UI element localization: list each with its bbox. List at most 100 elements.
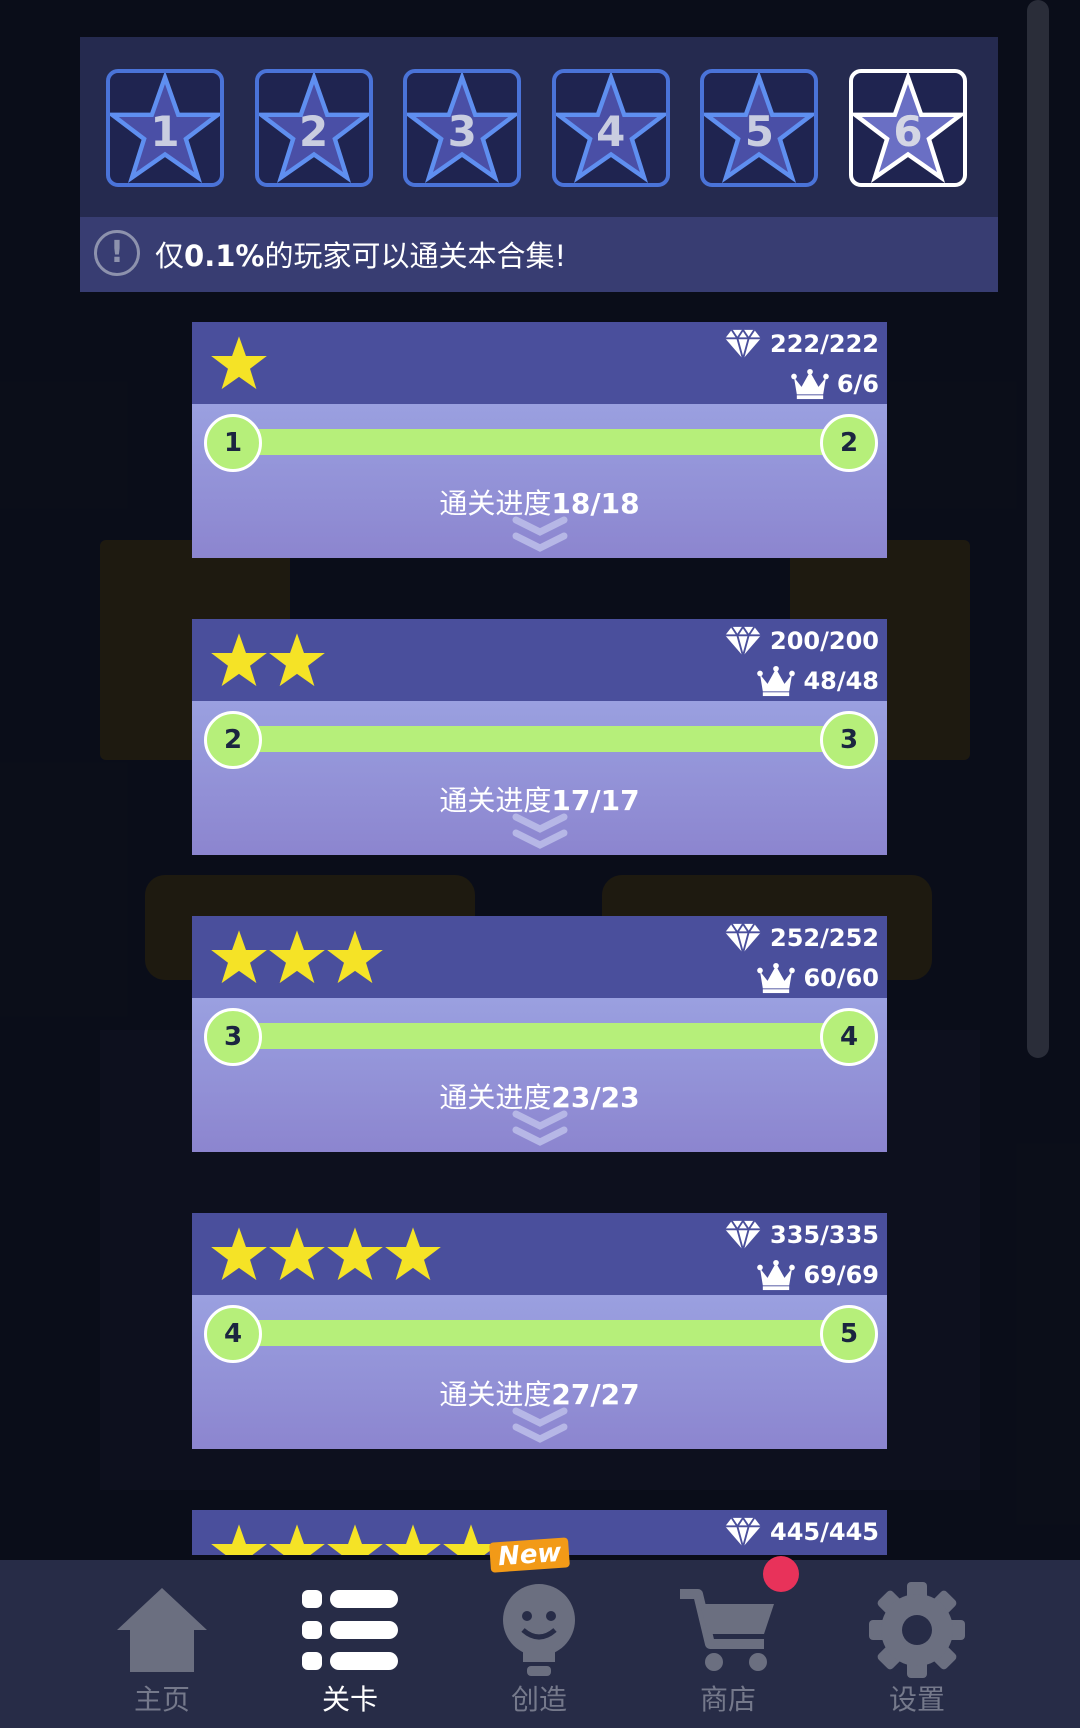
nav-create-label: 创造: [510, 1683, 567, 1716]
level-button-4[interactable]: 4: [551, 69, 670, 187]
progress-bar: [230, 429, 850, 455]
star-icon: [327, 1227, 383, 1281]
star-icon: [269, 1524, 325, 1555]
level-card[interactable]: 200/200 48/48 2 3 通关进度17/17: [192, 619, 887, 855]
chevron-down-icon[interactable]: [510, 516, 570, 556]
star-rating: [210, 334, 268, 392]
notification-dot: [763, 1556, 799, 1592]
card-body: 3 4 通关进度23/23: [192, 998, 887, 1152]
nav-settings-label: 设置: [888, 1683, 945, 1716]
star-rating: [210, 1225, 442, 1283]
scrollbar[interactable]: [1027, 0, 1049, 1058]
progress-track: 34: [204, 1008, 878, 1066]
star-icon: [269, 1227, 325, 1281]
diamond-icon: [725, 1516, 761, 1548]
star-icon: [211, 930, 267, 984]
nav-levels[interactable]: 关卡: [270, 1560, 430, 1728]
start-node: 1: [204, 414, 262, 472]
new-badge: New: [489, 1537, 571, 1573]
nav-settings[interactable]: 设置: [837, 1560, 997, 1728]
level-button-2[interactable]: 2: [254, 69, 373, 187]
star-icon: [327, 930, 383, 984]
crown-icon: [757, 962, 796, 994]
gem-count: 252/252: [724, 922, 879, 954]
level-button-3[interactable]: 3: [403, 69, 522, 187]
level-number: 2: [298, 106, 329, 156]
card-header: 252/252 60/60: [192, 916, 887, 998]
star-icon: [211, 633, 267, 687]
level-number: 6: [893, 106, 923, 156]
star-icon: [327, 1524, 383, 1555]
chevron-down-icon[interactable]: [510, 1407, 570, 1447]
lightbulb-icon: [503, 1584, 575, 1676]
progress-bar: [230, 1023, 850, 1049]
star-icon: [211, 1227, 267, 1281]
end-node: 4: [820, 1008, 878, 1066]
star-rating: [210, 1522, 500, 1555]
star-icon: [211, 336, 267, 390]
nav-shop-label: 商店: [699, 1683, 756, 1716]
diamond-icon: [725, 625, 761, 657]
star-icon: [385, 1227, 441, 1281]
cart-icon: [680, 1589, 774, 1671]
gem-count: 222/222: [724, 328, 879, 360]
star-rating: [210, 631, 326, 689]
card-header: 222/222 6/6: [192, 322, 887, 404]
gem-count: 200/200: [724, 625, 879, 657]
diamond-icon: [725, 328, 761, 360]
list-icon: [302, 1590, 398, 1670]
star-icon: [385, 1524, 441, 1555]
level-button-6[interactable]: 6: [849, 69, 967, 187]
card-header: 200/200 48/48: [192, 619, 887, 701]
level-number: 1: [150, 106, 180, 156]
card-body: 4 5 通关进度27/27: [192, 1295, 887, 1449]
diamond-icon: [725, 922, 761, 954]
level-number: 4: [596, 106, 626, 156]
chevron-down-icon[interactable]: [510, 813, 570, 853]
progress-track: 45: [204, 1305, 878, 1363]
progress-track: 23: [204, 711, 878, 769]
card-body: 2 3 通关进度17/17: [192, 701, 887, 855]
card-header: 335/335 69/69: [192, 1213, 887, 1295]
crown-count: 6/6: [791, 368, 879, 400]
bottom-nav: 主页 关卡 创造 商店 设置: [0, 1560, 1080, 1728]
level-card[interactable]: 335/335 69/69 4 5 通关进度27/27: [192, 1213, 887, 1449]
level-card[interactable]: 252/252 60/60 3 4 通关进度23/23: [192, 916, 887, 1152]
gem-count: 335/335: [724, 1219, 879, 1251]
start-node: 4: [204, 1305, 262, 1363]
notice-bar: ! 仅0.1%的玩家可以通关本合集!: [80, 217, 998, 292]
start-node: 3: [204, 1008, 262, 1066]
crown-icon: [791, 368, 829, 400]
level-number: 5: [744, 106, 774, 156]
level-button-5[interactable]: 5: [700, 69, 819, 187]
gear-icon: [869, 1582, 965, 1678]
star-icon: [269, 633, 325, 687]
nav-create[interactable]: 创造: [459, 1560, 619, 1728]
crown-count: 69/69: [757, 1259, 879, 1291]
level-button-1[interactable]: 1: [106, 69, 224, 187]
card-body: 1 2 通关进度18/18: [192, 404, 887, 558]
exclamation-icon: !: [94, 230, 140, 276]
crown-icon: [757, 1259, 796, 1291]
progress-bar: [230, 726, 850, 752]
level-number: 3: [447, 106, 477, 156]
end-node: 5: [820, 1305, 878, 1363]
star-rating: [210, 928, 384, 986]
diamond-icon: [725, 1219, 761, 1251]
star-icon: [211, 1524, 267, 1555]
level-card[interactable]: 222/222 6/6 1 2 通关进度18/18: [192, 322, 887, 558]
crown-count: 60/60: [757, 962, 879, 994]
nav-home-label: 主页: [133, 1683, 190, 1716]
star-icon: [269, 930, 325, 984]
chevron-down-icon[interactable]: [510, 1110, 570, 1150]
nav-levels-label: 关卡: [321, 1683, 378, 1716]
crown-count: 48/48: [757, 665, 879, 697]
notice-text: 仅0.1%的玩家可以通关本合集!: [155, 239, 567, 273]
nav-home[interactable]: 主页: [82, 1560, 242, 1728]
progress-bar: [230, 1320, 850, 1346]
crown-icon: [757, 665, 796, 697]
start-node: 2: [204, 711, 262, 769]
end-node: 2: [820, 414, 878, 472]
gem-count: 445/445: [724, 1516, 879, 1548]
progress-track: 12: [204, 414, 878, 472]
